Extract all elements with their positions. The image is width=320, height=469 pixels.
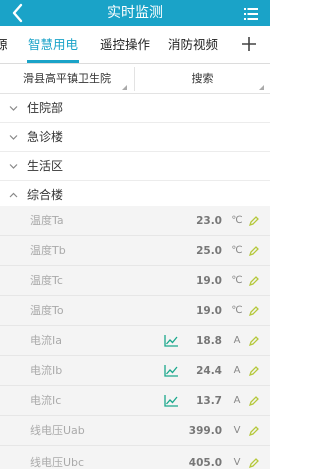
chevron-down-icon xyxy=(9,135,18,140)
reading-name: 温度Tb xyxy=(30,244,66,257)
reading-value: 24.4 xyxy=(196,365,222,377)
tab-bar: 源 智慧用电 遥控操作 消防视频 xyxy=(0,26,270,64)
reading-unit: A xyxy=(233,335,241,346)
line-chart-icon[interactable] xyxy=(163,364,179,378)
group-row-emergency[interactable]: 急诊楼 xyxy=(0,123,270,152)
pencil-icon[interactable] xyxy=(248,457,260,469)
reading-row[interactable]: 电流Ia 18.8 A xyxy=(0,326,270,356)
pencil-icon[interactable] xyxy=(248,275,260,287)
reading-unit: ℃ xyxy=(231,305,243,316)
group-label: 生活区 xyxy=(27,159,64,173)
reading-value: 19.0 xyxy=(196,275,222,287)
pencil-icon[interactable] xyxy=(248,335,260,347)
reading-unit: A xyxy=(233,365,241,376)
reading-name: 电流Ia xyxy=(30,334,62,347)
pencil-icon[interactable] xyxy=(248,305,260,317)
reading-value: 399.0 xyxy=(188,425,222,437)
reading-value: 25.0 xyxy=(196,245,222,257)
dropdown-corner-icon xyxy=(259,85,264,90)
reading-name: 温度Ta xyxy=(30,214,64,227)
search-dropdown[interactable]: 搜索 xyxy=(135,64,270,94)
pencil-icon[interactable] xyxy=(248,365,260,377)
reading-unit: V xyxy=(233,457,241,468)
reading-row[interactable]: 温度To 19.0 ℃ xyxy=(0,296,270,326)
reading-value: 18.8 xyxy=(196,335,222,347)
chevron-down-icon xyxy=(9,164,18,169)
reading-name: 线电压Ubc xyxy=(30,456,85,469)
pencil-icon[interactable] xyxy=(248,395,260,407)
location-dropdown[interactable]: 滑县高平镇卫生院 xyxy=(0,64,134,94)
add-tab-plus-icon[interactable] xyxy=(238,33,260,55)
chevron-down-icon xyxy=(9,106,18,111)
dropdown-corner-icon xyxy=(122,85,127,90)
reading-name: 线电压Uab xyxy=(30,424,85,437)
reading-value: 13.7 xyxy=(196,395,222,407)
chevron-up-icon xyxy=(9,192,18,198)
reading-name: 温度Tc xyxy=(30,274,63,287)
reading-unit: ℃ xyxy=(231,215,243,226)
reading-unit: V xyxy=(233,425,241,436)
pencil-icon[interactable] xyxy=(248,215,260,227)
reading-name: 电流Ic xyxy=(30,394,62,407)
pencil-icon[interactable] xyxy=(248,245,260,257)
tab-fire-video[interactable]: 消防视频 xyxy=(168,26,218,63)
reading-unit: ℃ xyxy=(231,275,243,286)
group-row-living-area[interactable]: 生活区 xyxy=(0,152,270,181)
reading-row[interactable]: 温度Tc 19.0 ℃ xyxy=(0,266,270,296)
active-tab-indicator xyxy=(27,60,79,63)
reading-row[interactable]: 电流Ic 13.7 A xyxy=(0,386,270,416)
top-app-bar: 实时监测 xyxy=(0,0,270,26)
list-menu-icon[interactable] xyxy=(244,6,258,20)
tab-smart-power[interactable]: 智慧用电 xyxy=(28,26,78,63)
reading-name: 电流Ib xyxy=(30,364,63,377)
line-chart-icon[interactable] xyxy=(163,334,179,348)
reading-value: 23.0 xyxy=(196,215,222,227)
group-label: 急诊楼 xyxy=(27,130,64,144)
filter-bar: 滑县高平镇卫生院 搜索 xyxy=(0,64,270,94)
reading-row[interactable]: 温度Tb 25.0 ℃ xyxy=(0,236,270,266)
page-title: 实时监测 xyxy=(107,5,163,21)
reading-value: 405.0 xyxy=(188,457,222,469)
pencil-icon[interactable] xyxy=(248,425,260,437)
tab-partial[interactable]: 源 xyxy=(0,26,8,63)
group-row-inpatient[interactable]: 住院部 xyxy=(0,94,270,123)
reading-name: 温度To xyxy=(30,304,64,317)
group-label: 住院部 xyxy=(27,101,64,115)
reading-unit: A xyxy=(233,395,241,406)
search-label: 搜索 xyxy=(191,72,214,85)
location-label: 滑县高平镇卫生院 xyxy=(23,72,111,85)
reading-value: 19.0 xyxy=(196,305,222,317)
line-chart-icon[interactable] xyxy=(163,394,179,408)
reading-row[interactable]: 线电压Uab 399.0 V xyxy=(0,416,270,446)
tab-remote-control[interactable]: 遥控操作 xyxy=(100,26,150,63)
reading-row[interactable]: 温度Ta 23.0 ℃ xyxy=(0,206,270,236)
reading-row[interactable]: 电流Ib 24.4 A xyxy=(0,356,270,386)
reading-row[interactable]: 线电压Ubc 405.0 V xyxy=(0,446,270,469)
reading-unit: ℃ xyxy=(231,245,243,256)
